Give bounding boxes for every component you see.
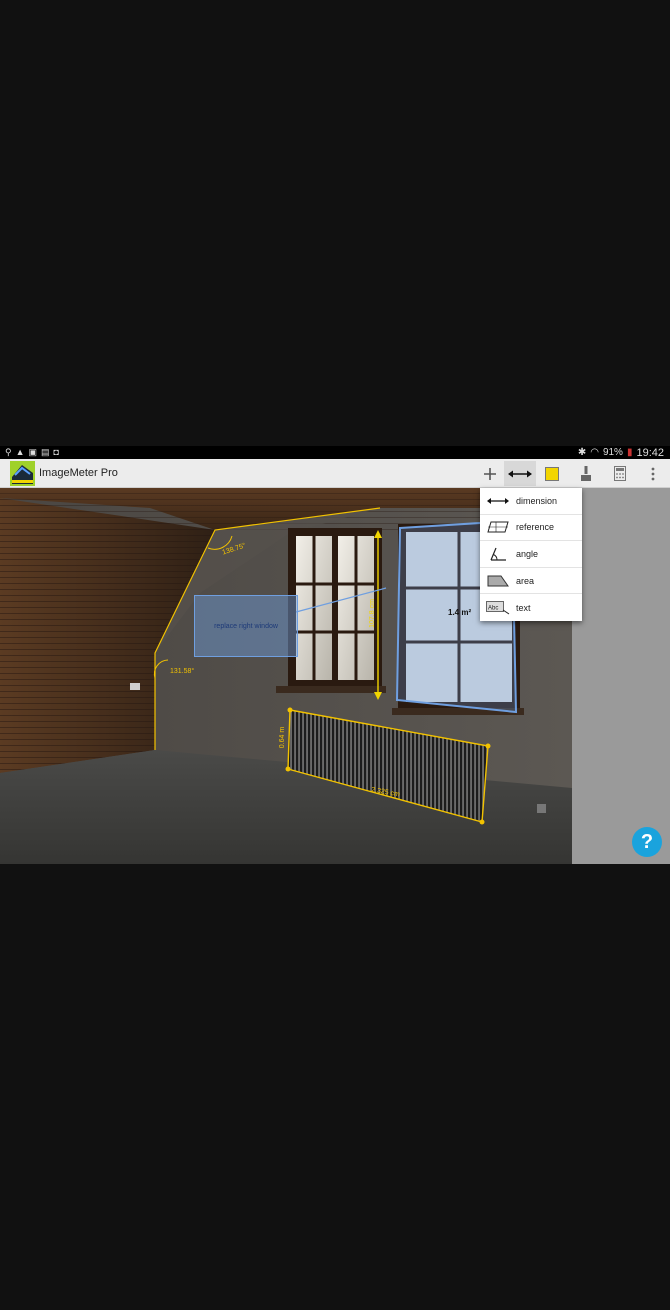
gallery-icon: ▤ [41,447,50,457]
calculator-icon [614,466,626,481]
menu-item-label: reference [516,522,555,533]
overflow-menu-icon [651,467,655,480]
help-button[interactable]: ? [632,827,662,857]
insert-menu: dimension reference angle area Abc text [480,488,582,621]
menu-item-angle[interactable]: angle [480,541,582,568]
area-label[interactable]: 1.4 m² [448,608,471,617]
add-button[interactable] [478,461,502,486]
system-icons: ✱ ◠ 91% ▮ 19:42 [578,447,670,459]
dimension-arrow-icon [508,470,532,477]
app-logo-icon [10,461,35,486]
plus-icon [484,467,496,480]
notification-badge-icon: ▣ [28,447,38,457]
reference-icon [487,521,509,533]
app-bar: ImageMeter Pro [0,459,670,488]
battery-percent: 91% [602,447,623,458]
color-swatch [545,466,559,481]
dimension-icon [487,497,509,504]
app-title: ImageMeter Pro [39,467,118,479]
right-panel [572,488,670,864]
menu-item-label: angle [516,548,539,559]
menu-item-label: dimension [516,495,558,506]
notification-icons: ⚲ ▲ ▣ ▤ ◘ [0,448,59,457]
angle-label-left[interactable]: 131.58° [170,668,194,675]
text-icon: Abc [486,600,510,615]
battery-icon: ▮ [626,447,633,458]
clock: 19:42 [636,446,664,459]
menu-item-label: area [516,575,535,586]
radiator-height-label[interactable]: 0.64 m [279,727,286,748]
question-mark-icon: ? [640,830,654,853]
menu-item-reference[interactable]: reference [480,515,582,542]
note-box[interactable]: replace right window [194,595,298,657]
camera-icon: ◘ [53,447,59,457]
calculator-button[interactable] [608,461,632,486]
menu-item-label: text [516,602,531,613]
dimension-tool-button[interactable] [504,461,536,486]
menu-item-area[interactable]: area [480,568,582,595]
brush-icon [581,465,591,481]
area-icon [487,575,509,587]
bluetooth-icon: ✱ [577,447,587,458]
overflow-menu-button[interactable] [644,461,662,486]
note-text: replace right window [214,622,278,630]
window-height-label[interactable]: 107.8 cm [369,599,376,628]
angle-icon [490,547,506,561]
usb-icon: ⚲ [5,447,12,457]
svg-text:Abc: Abc [488,605,498,611]
color-picker-button[interactable] [540,461,564,486]
warning-icon: ▲ [15,447,25,457]
menu-item-text[interactable]: Abc text [480,594,582,621]
status-bar: ⚲ ▲ ▣ ▤ ◘ ✱ ◠ 91% ▮ 19:42 [0,446,670,459]
brush-button[interactable] [574,461,598,486]
menu-item-dimension[interactable]: dimension [480,488,582,515]
wifi-icon: ◠ [590,447,599,458]
